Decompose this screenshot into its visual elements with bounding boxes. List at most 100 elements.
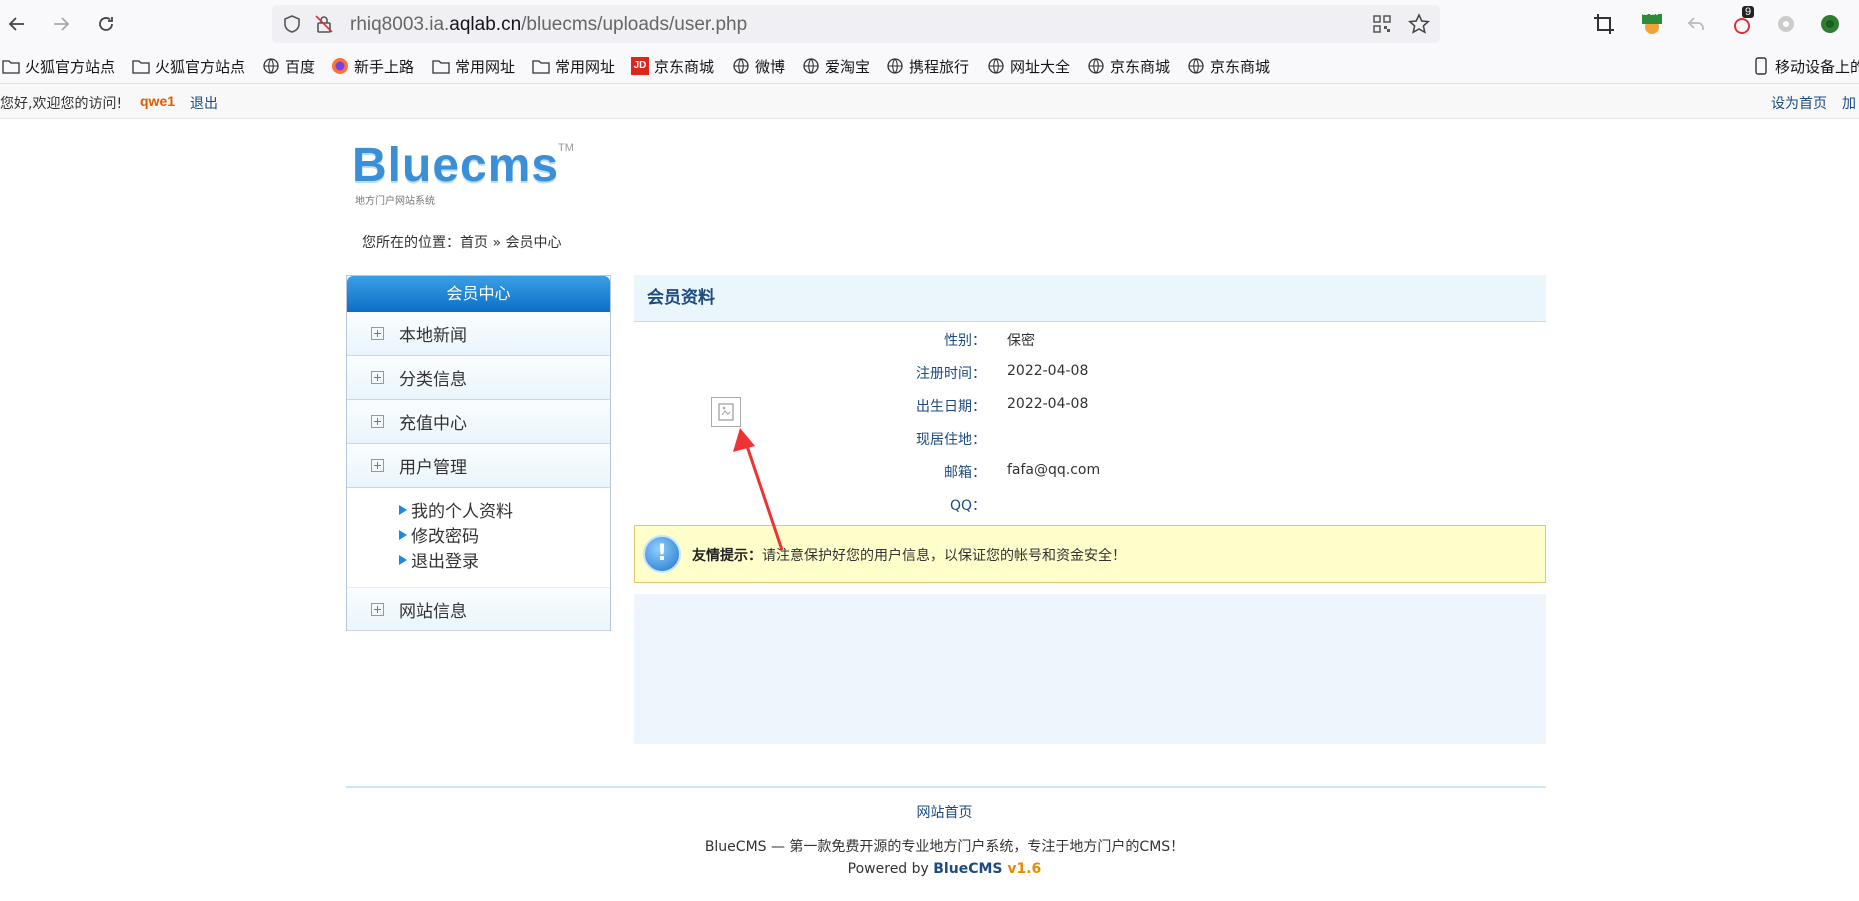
sidebar-item-label: 本地新闻 bbox=[399, 326, 467, 346]
breadcrumb: 您所在的位置：首页 » 会员中心 bbox=[362, 232, 561, 252]
bookmark-label: 携程旅行 bbox=[909, 57, 970, 76]
bookmark-item[interactable]: 微博 bbox=[732, 55, 785, 77]
profile-row-gender: 性别： 保密 bbox=[634, 330, 1546, 352]
field-label: QQ： bbox=[949, 498, 986, 514]
profile-row-residence: 现居住地： bbox=[634, 429, 1546, 451]
breadcrumb-separator: » bbox=[488, 235, 506, 251]
field-label: 注册时间： bbox=[916, 366, 986, 382]
footer-home-link[interactable]: 网站首页 bbox=[0, 802, 1859, 822]
sidebar-subitem-profile[interactable]: 我的个人资料 bbox=[399, 497, 513, 522]
expand-plus-icon bbox=[371, 602, 384, 616]
breadcrumb-home-link[interactable]: 首页 bbox=[460, 235, 488, 251]
sidebar-item-classified[interactable]: 分类信息 bbox=[347, 356, 610, 400]
breadcrumb-prefix: 您所在的位置： bbox=[362, 235, 460, 251]
logo-subtitle: 地方门户网站系统 bbox=[355, 196, 435, 207]
bookmark-item[interactable]: 爱淘宝 bbox=[802, 55, 870, 77]
url-prefix: rhiq8003.ia. bbox=[350, 14, 450, 35]
bookmark-item[interactable]: JD 京东商城 bbox=[631, 55, 714, 77]
sidebar-item-site-info[interactable]: 网站信息 bbox=[347, 587, 610, 631]
notification-count-badge: 9 bbox=[1742, 6, 1755, 18]
url-domain: aqlab.cn bbox=[449, 14, 522, 35]
set-homepage-link[interactable]: 设为首页 bbox=[1771, 93, 1827, 113]
folder-icon bbox=[532, 60, 550, 74]
bookmark-label: 网址大全 bbox=[1010, 57, 1071, 76]
mobile-bookmarks[interactable]: 移动设备上的 bbox=[1752, 55, 1859, 77]
back-button[interactable] bbox=[2, 9, 32, 39]
tip-label: 友情提示： bbox=[692, 548, 762, 564]
add-favorite-link[interactable]: 加 bbox=[1842, 93, 1856, 113]
site-topbar: 您好,欢迎您的访问! qwe1 退出 设为首页 加 bbox=[0, 84, 1859, 119]
sidebar-subitem-change-password[interactable]: 修改密码 bbox=[399, 522, 479, 547]
sidebar-item-user-management[interactable]: 用户管理 bbox=[347, 444, 610, 488]
powered-brand-link[interactable]: BlueCMS bbox=[933, 861, 1002, 877]
bookmark-item[interactable]: 百度 bbox=[262, 55, 315, 77]
sidebar-subitem-logout[interactable]: 退出登录 bbox=[399, 547, 479, 572]
bookmark-item[interactable]: 新手上路 bbox=[331, 55, 414, 77]
bookmark-item[interactable]: 火狐官方站点 bbox=[132, 55, 245, 77]
folder-icon bbox=[2, 60, 20, 74]
logout-link[interactable]: 退出 bbox=[190, 93, 218, 113]
site-logo[interactable]: Bluecms TM 地方门户网站系统 bbox=[352, 138, 592, 208]
sidebar-item-label: 分类信息 bbox=[399, 370, 467, 390]
member-sidebar: 会员中心 本地新闻 分类信息 充值中心 用户管理 我的个人资料 修改密码 退出登… bbox=[346, 275, 611, 631]
bookmark-item[interactable]: 携程旅行 bbox=[886, 55, 969, 77]
bookmark-item[interactable]: 网址大全 bbox=[987, 55, 1070, 77]
field-value: 保密 bbox=[1007, 333, 1035, 349]
tip-text: 请注意保护好您的用户信息，以保证您的帐号和资金安全！ bbox=[762, 548, 1126, 564]
bookmark-item[interactable]: 火狐官方站点 bbox=[2, 55, 115, 77]
bookmark-label: 常用网址 bbox=[555, 57, 616, 76]
sidebar-item-local-news[interactable]: 本地新闻 bbox=[347, 312, 610, 356]
field-label: 性别： bbox=[944, 333, 986, 349]
firefox-icon bbox=[332, 58, 348, 74]
exclamation-info-icon: ! bbox=[643, 535, 681, 573]
breadcrumb-current: 会员中心 bbox=[505, 235, 562, 251]
profile-extension-icon[interactable] bbox=[1818, 12, 1842, 36]
burp-extension-icon[interactable]: bur bbox=[1640, 6, 1664, 36]
username-link[interactable]: qwe1 bbox=[140, 93, 175, 109]
screenshot-crop-icon[interactable] bbox=[1592, 12, 1616, 36]
bookmark-item[interactable]: 常用网址 bbox=[432, 55, 515, 77]
globe-icon bbox=[988, 58, 1004, 74]
jd-icon: JD bbox=[631, 57, 649, 75]
footer-powered-by: Powered by BlueCMS v1.6 bbox=[0, 861, 1859, 877]
sidebar-item-label: 充值中心 bbox=[399, 414, 467, 434]
powered-prefix: Powered by bbox=[847, 861, 934, 877]
subitem-label: 修改密码 bbox=[411, 527, 479, 547]
qr-code-icon[interactable] bbox=[1373, 15, 1391, 33]
notification-extension-icon[interactable]: 9 bbox=[1730, 6, 1755, 36]
bookmark-item[interactable]: 京东商城 bbox=[1187, 55, 1270, 77]
sidebar-item-label: 网站信息 bbox=[399, 601, 467, 622]
broken-avatar-image bbox=[711, 397, 741, 427]
field-label: 出生日期： bbox=[916, 399, 986, 415]
powered-version: v1.6 bbox=[1002, 861, 1042, 877]
gear-extension-icon[interactable] bbox=[1774, 12, 1798, 36]
mobile-device-icon bbox=[1755, 57, 1767, 75]
burp-badge: bur bbox=[1642, 6, 1660, 18]
folder-icon bbox=[432, 60, 450, 74]
arrow-left-icon bbox=[8, 17, 24, 31]
sidebar-item-recharge[interactable]: 充值中心 bbox=[347, 400, 610, 444]
reload-button[interactable] bbox=[91, 9, 121, 39]
subitem-label: 退出登录 bbox=[411, 552, 479, 572]
address-bar[interactable]: rhiq8003.ia.aqlab.cn/bluecms/uploads/use… bbox=[272, 5, 1440, 43]
globe-icon bbox=[887, 58, 903, 74]
profile-row-qq: QQ： bbox=[634, 495, 1546, 517]
bookmark-item[interactable]: 常用网址 bbox=[532, 55, 615, 77]
bookmark-label: 火狐官方站点 bbox=[155, 57, 246, 76]
expand-plus-icon bbox=[371, 459, 384, 472]
url-path: /bluecms/uploads/user.php bbox=[521, 14, 748, 35]
bookmark-item[interactable]: 京东商城 bbox=[1087, 55, 1170, 77]
bookmarks-toolbar: 火狐官方站点 火狐官方站点 百度 新手上路 常用网址 常用网址 JD 京东商城 微… bbox=[0, 48, 1859, 84]
forward-button[interactable] bbox=[46, 9, 76, 39]
greeting-text: 您好,欢迎您的访问! bbox=[0, 96, 123, 112]
profile-row-birthday: 出生日期： 2022-04-08 bbox=[634, 396, 1546, 418]
undo-extension-icon[interactable] bbox=[1684, 12, 1708, 36]
bookmark-star-icon[interactable] bbox=[1408, 13, 1430, 35]
field-value: 2022-04-08 bbox=[1007, 396, 1089, 412]
expand-plus-icon bbox=[371, 415, 384, 428]
logo-trademark: TM bbox=[558, 142, 574, 154]
bookmark-label: 百度 bbox=[285, 57, 316, 76]
sidebar-title: 会员中心 bbox=[347, 276, 610, 312]
url-text: rhiq8003.ia.aqlab.cn/bluecms/uploads/use… bbox=[350, 14, 747, 36]
arrow-right-icon bbox=[54, 17, 70, 31]
